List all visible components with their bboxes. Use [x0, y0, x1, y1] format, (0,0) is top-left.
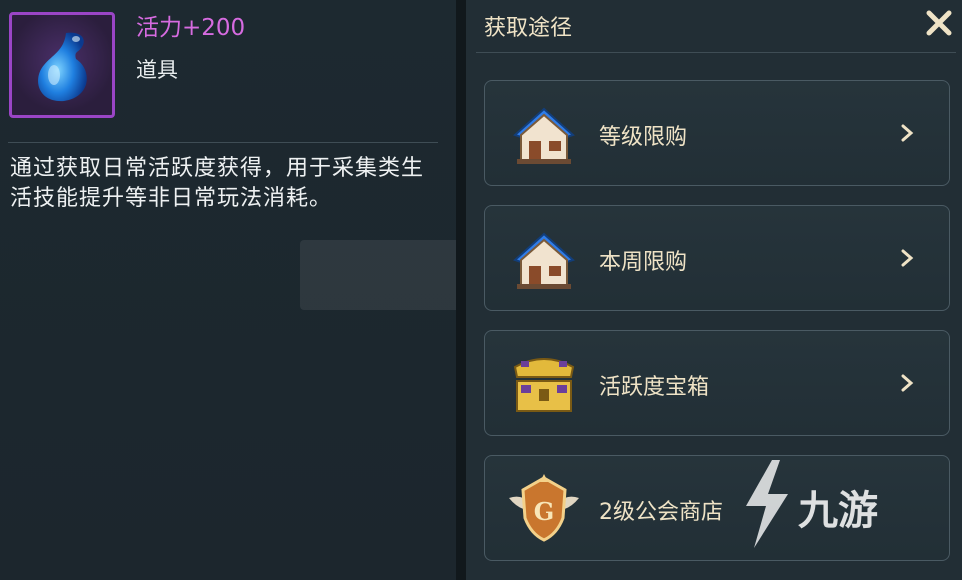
panel-title: 获取途径: [484, 16, 573, 41]
blue-droplet-icon: [38, 32, 87, 102]
divider: [8, 142, 438, 143]
guild-emblem-icon: G: [509, 474, 579, 542]
panel-separator: [456, 0, 466, 580]
treasure-chest-icon: [513, 358, 575, 412]
chevron-right-icon: [901, 249, 914, 267]
item-icon-frame: [9, 12, 115, 118]
item-detail-panel: 活力+200 道具 通过获取日常活跃度获得，用于采集类生活技能提升等非日常玩法消…: [0, 0, 460, 580]
source-card-guild-shop[interactable]: G 2级公会商店: [484, 455, 950, 561]
item-type: 道具: [136, 58, 178, 82]
item-name: 活力+200: [136, 15, 246, 41]
acquisition-panel: 获取途径 等级限购 本周限购 活跃度宝箱 G 2级公会商店: [466, 0, 962, 580]
source-card-activity-chest[interactable]: 活跃度宝箱: [484, 330, 950, 436]
close-icon: [926, 10, 952, 36]
shop-house-icon: [513, 107, 575, 164]
chevron-right-icon: [901, 124, 914, 142]
source-card-level-limited-purchase[interactable]: 等级限购: [484, 80, 950, 186]
source-card-weekly-limited-purchase[interactable]: 本周限购: [484, 205, 950, 311]
background-shadow: [300, 240, 460, 310]
source-label: 2级公会商店: [599, 500, 723, 525]
source-label: 活跃度宝箱: [599, 375, 710, 400]
shop-house-icon: [513, 232, 575, 289]
divider: [476, 52, 956, 53]
svg-text:G: G: [534, 497, 555, 526]
source-label: 等级限购: [599, 125, 688, 150]
chevron-right-icon: [901, 374, 914, 392]
item-description: 通过获取日常活跃度获得，用于采集类生活技能提升等非日常玩法消耗。: [10, 156, 425, 211]
source-label: 本周限购: [599, 250, 688, 275]
close-button[interactable]: [922, 6, 956, 40]
